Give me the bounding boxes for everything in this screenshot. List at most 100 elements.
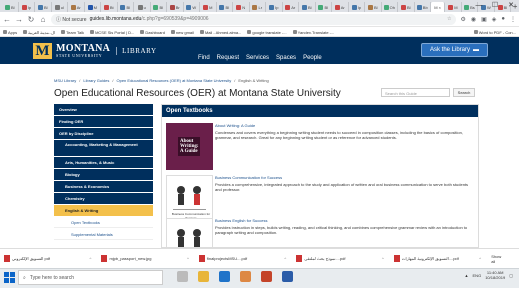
task-view-icon[interactable] [177, 271, 188, 282]
browser-tab[interactable]: Bl [217, 2, 233, 12]
extension-icon[interactable]: ⚙ [460, 16, 465, 23]
bookmark-item[interactable]: Word to PDF - Con... [473, 30, 516, 35]
book-title-link[interactable]: Business English for Success [215, 218, 470, 224]
forward-button[interactable]: → [15, 15, 23, 24]
extension-icon[interactable]: ◈ [492, 16, 497, 23]
show-all-downloads-button[interactable]: Show all [491, 254, 505, 264]
bookmark-item[interactable]: Apps [3, 30, 17, 35]
bookmark-item[interactable]: Team Talk [61, 30, 84, 35]
browser-tab[interactable]: Bl [299, 2, 316, 12]
browser-tab[interactable]: M [445, 2, 462, 12]
sidebar-item[interactable]: Biology [54, 169, 153, 180]
sidebar-item[interactable]: Finding OER [54, 116, 153, 127]
browser-tab[interactable]: Bl [398, 2, 415, 12]
browser-tab[interactable]: Bl [151, 2, 167, 12]
browser-tab-active[interactable]: M × [431, 2, 446, 12]
book-cover-image[interactable]: Business Communication for Success [166, 175, 213, 222]
clock[interactable]: 11:40 AM 10/18/2019 [485, 270, 505, 280]
book-cover-image[interactable]: About Writing: A Guide [166, 123, 213, 170]
download-item[interactable]: التسويق الإلكتروني pdf ^ [4, 255, 91, 262]
chevron-up-icon[interactable]: ^ [382, 256, 384, 261]
nav-link-spaces[interactable]: Spaces [276, 55, 296, 61]
browser-tab[interactable]: Ip [266, 2, 283, 12]
extension-icon[interactable]: ▣ [481, 16, 487, 23]
guide-search-input[interactable]: Search this Guide [381, 88, 450, 97]
bookmark-item[interactable]: new gmail [170, 30, 194, 35]
chevron-up-icon[interactable]: ^ [479, 256, 481, 261]
book-cover-image[interactable]: Business English for Success [166, 218, 213, 247]
reload-button[interactable]: ↻ [27, 15, 35, 24]
browser-tab[interactable]: Oh [382, 2, 398, 12]
search-button[interactable]: Search [453, 88, 475, 97]
msu-logo[interactable]: M MONTANA STATE UNIVERSITY LIBRARY [33, 43, 157, 59]
profile-icon[interactable]: ● [501, 16, 505, 23]
bookmark-item[interactable]: Dashboard [140, 30, 165, 35]
browser-tab[interactable]: Bl [365, 2, 382, 12]
book-title-link[interactable]: Business Communication for Success [215, 175, 470, 181]
browser-tab[interactable]: Bl [118, 2, 134, 12]
sidebar-item[interactable]: Business & Economics [54, 181, 153, 192]
chevron-up-icon[interactable]: ^ [284, 256, 286, 261]
browser-tab[interactable]: Ip [349, 2, 365, 12]
browser-tab[interactable]: Ar [283, 2, 299, 12]
browser-tab[interactable]: Bl [2, 2, 19, 12]
download-item[interactable]: التسويق الإلكترونية المهارات....pdf ^ [393, 255, 481, 262]
browser-tab[interactable]: Ar [68, 2, 85, 12]
language-indicator[interactable]: ENG [473, 273, 482, 278]
back-button[interactable]: ← [3, 15, 11, 24]
browser-tab[interactable]: Lr [250, 2, 266, 12]
extension-icon[interactable]: ◉ [471, 16, 476, 23]
bookmark-item[interactable]: MCSE Sis Portal | D... [90, 30, 134, 35]
security-indicator[interactable]: ⓘ Not secure [56, 16, 87, 23]
powerpoint-icon[interactable] [261, 271, 272, 282]
ask-the-library-button[interactable]: Ask the Library ▬ [421, 43, 488, 57]
browser-tab[interactable]: M [200, 2, 217, 12]
book-title-link[interactable]: About Writing: A Guide [215, 123, 470, 129]
bookmark-star-icon[interactable]: ☆ [447, 16, 451, 22]
download-item[interactable]: finalprojectsMSU....pdf ^ [198, 255, 286, 262]
edge-icon[interactable] [219, 271, 230, 282]
browser-tab[interactable]: Bl [35, 2, 52, 12]
minimize-button[interactable]: — [471, 0, 487, 12]
download-item[interactable]: mjpb_passport_new.jpg ^ [101, 255, 189, 262]
bookmark-item[interactable]: ال..مدينة العربية [23, 30, 55, 35]
sidebar-item[interactable]: Accounting, Marketing & Management [54, 140, 153, 156]
browser-tab[interactable]: Br [167, 2, 184, 12]
breadcrumb-item[interactable]: MSU Library [54, 78, 76, 83]
browser-tab[interactable]: u [134, 2, 151, 12]
sidebar-item[interactable]: Chemistry [54, 193, 153, 204]
sidebar-item[interactable]: English & Writing [54, 205, 153, 216]
home-button[interactable]: ⌂ [39, 15, 47, 24]
close-window-button[interactable]: ✕ [503, 0, 519, 12]
url-bar[interactable]: ⓘ Not secure guides.lib.montana.edu/c.ph… [51, 13, 457, 25]
browser-tab[interactable]: W [184, 2, 200, 12]
windows-start-icon[interactable] [4, 272, 15, 283]
sidebar-item[interactable]: Supplemental Materials [54, 229, 153, 240]
browser-tab[interactable]: Bb [415, 2, 431, 12]
browser-tab[interactable]: M [85, 2, 101, 12]
word-icon[interactable] [282, 271, 293, 282]
chevron-up-icon[interactable]: ^ [90, 256, 92, 261]
breadcrumb-item[interactable]: Library Guides [83, 78, 109, 83]
bookmark-item[interactable]: google translate -... [247, 30, 287, 35]
menu-icon[interactable]: ⋮ [510, 16, 516, 23]
maximize-button[interactable]: ☐ [487, 0, 503, 12]
browser-tab[interactable]: Bl [316, 2, 332, 12]
network-icon[interactable]: ▲ [465, 273, 469, 278]
browser-tab[interactable]: Ip [19, 2, 35, 12]
download-item[interactable]: نموذج بحث لملتقى....pdf ^ [296, 255, 384, 262]
chevron-up-icon[interactable]: ^ [187, 256, 189, 261]
nav-link-services[interactable]: Services [246, 55, 269, 61]
browser-tab[interactable]: Ar [332, 2, 349, 12]
breadcrumb-item[interactable]: Open Educational Resources (OER) at Mont… [117, 78, 232, 83]
file-explorer-icon[interactable] [198, 271, 209, 282]
bookmark-item[interactable]: Yandex.Translate -... [292, 30, 334, 35]
sidebar-item[interactable]: Arts, Humanities, & Music [54, 157, 153, 168]
browser-tab[interactable]: ul [52, 2, 68, 12]
nav-link-find[interactable]: Find [198, 55, 210, 61]
chrome-icon[interactable] [240, 271, 251, 282]
bookmark-item[interactable]: Mail - Ahmed.alma... [199, 30, 241, 35]
sidebar-item[interactable]: Overview [54, 104, 153, 115]
nav-link-people[interactable]: People [303, 55, 322, 61]
notifications-icon[interactable]: ▢ [509, 273, 513, 278]
